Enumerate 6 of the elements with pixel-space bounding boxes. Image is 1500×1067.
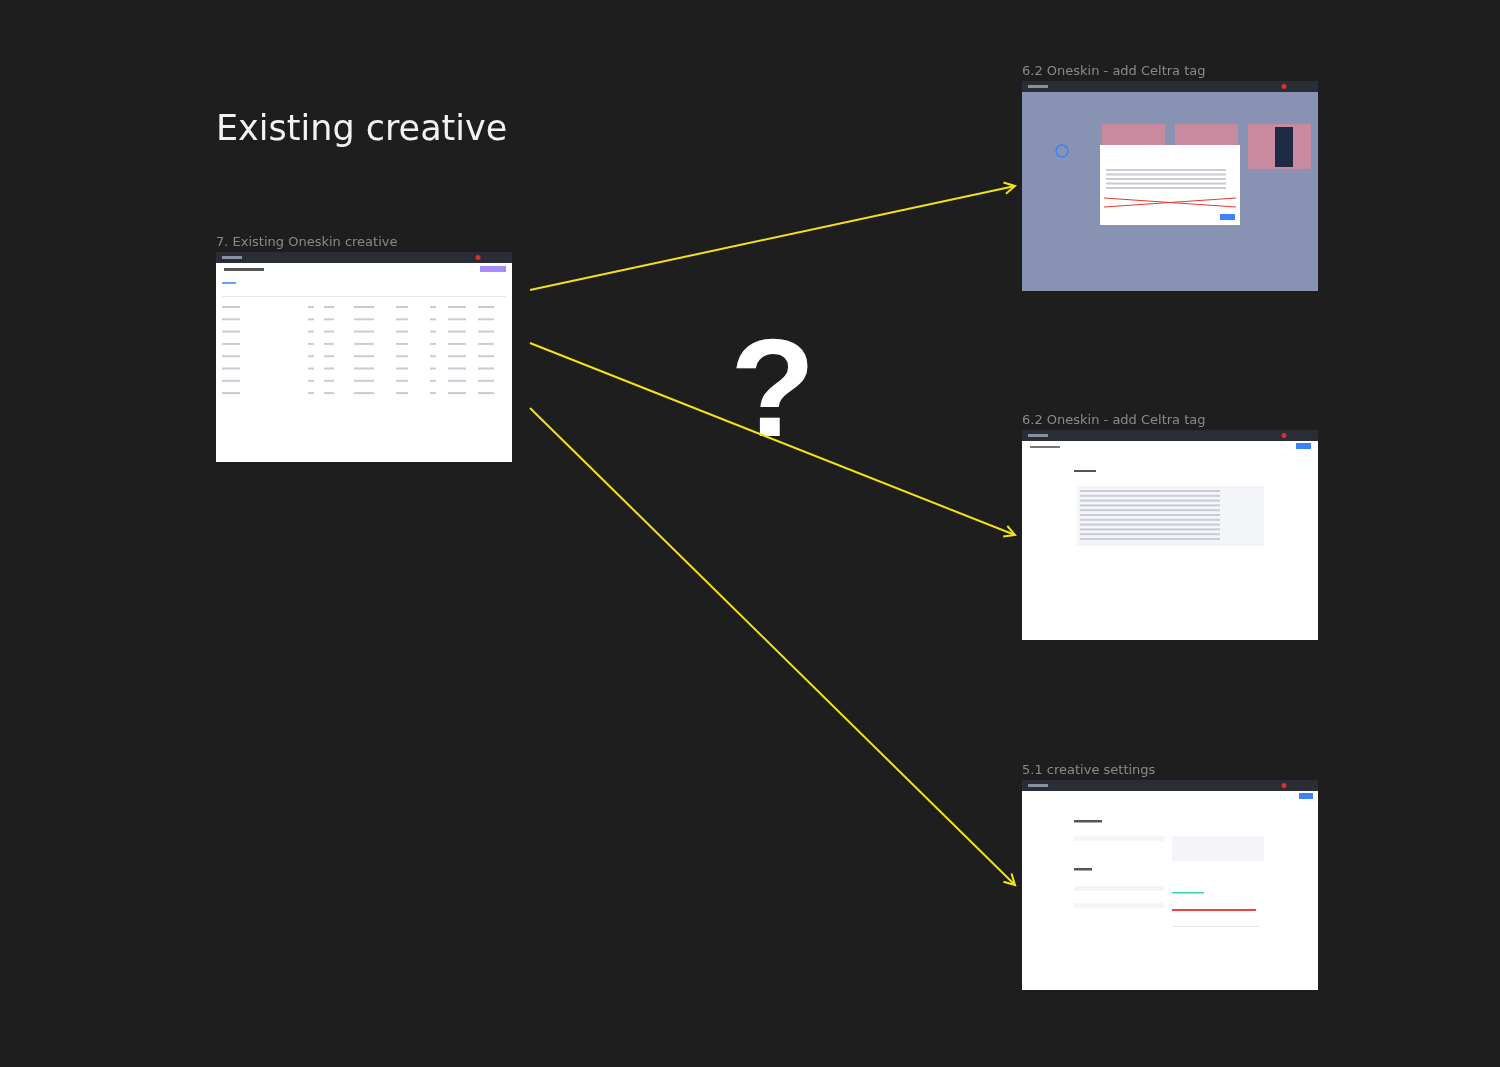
canvas-title: Existing creative: [216, 108, 508, 148]
frame-label[interactable]: 7. Existing Oneskin creative: [216, 234, 398, 249]
frame-label[interactable]: 6.2 Oneskin - add Celtra tag: [1022, 412, 1206, 427]
frame-label[interactable]: 5.1 creative settings: [1022, 762, 1156, 777]
question-mark: ?: [730, 318, 816, 458]
frame-label[interactable]: 6.2 Oneskin - add Celtra tag: [1022, 63, 1206, 78]
